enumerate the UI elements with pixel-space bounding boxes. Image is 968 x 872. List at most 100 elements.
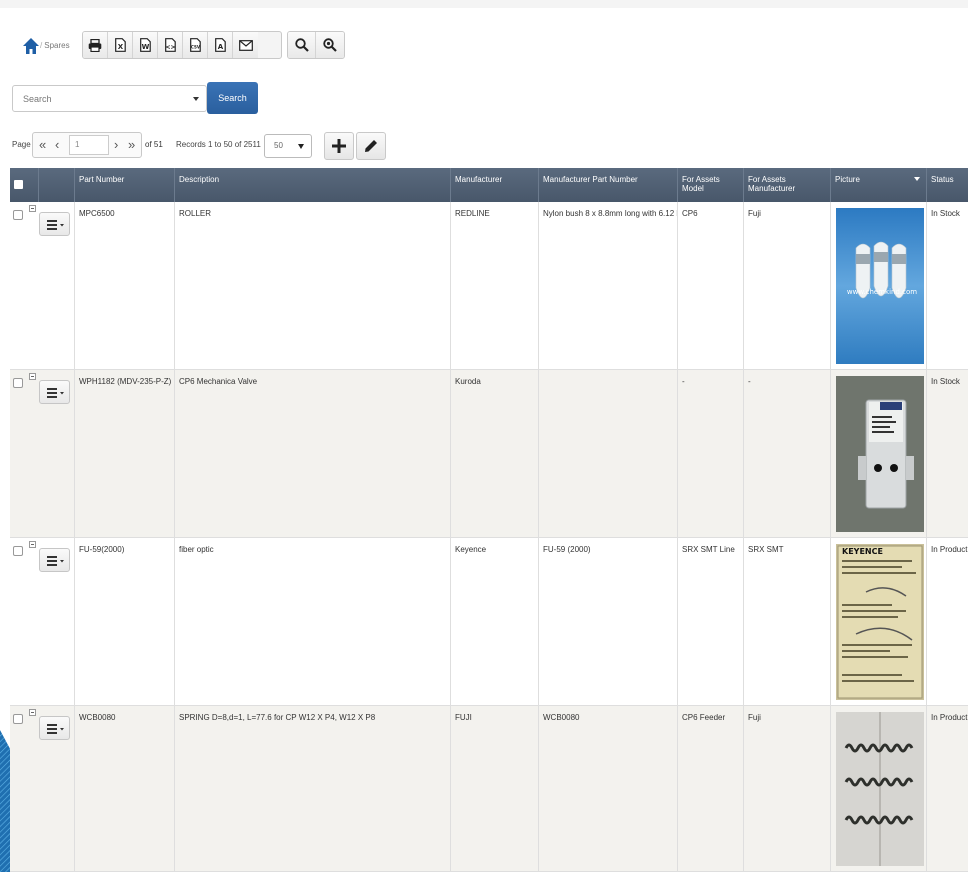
home-icon[interactable] — [22, 37, 40, 55]
expand-row-icon[interactable] — [29, 205, 36, 212]
svg-text:A: A — [217, 43, 223, 51]
pagination-control: « ‹ 1 › » — [32, 132, 142, 158]
search-dropdown-caret-icon[interactable] — [193, 97, 199, 101]
cell-description: ROLLER — [174, 202, 450, 369]
xml-icon: <> — [164, 38, 176, 52]
records-summary: Records 1 to 50 of 2511 — [176, 140, 261, 149]
table-row[interactable]: WCB0080 SPRING D=8,d=1, L=77.6 for CP W1… — [10, 706, 968, 872]
cell-manufacturer: Keyence — [450, 538, 538, 705]
expand-row-icon[interactable] — [29, 541, 36, 548]
row-menu-button[interactable] — [39, 380, 70, 404]
search-input[interactable]: Search — [12, 85, 207, 112]
cell-description: fiber optic — [174, 538, 450, 705]
advanced-search-button[interactable] — [316, 32, 344, 58]
first-page-icon[interactable]: « — [39, 137, 46, 153]
last-page-icon[interactable]: » — [128, 137, 135, 153]
export-pdf-button[interactable]: A — [208, 32, 233, 58]
row-checkbox[interactable] — [13, 546, 23, 556]
print-icon — [88, 38, 102, 52]
cell-manufacturer-part-number: Nylon bush 8 x 8.8mm long with 6.12 bore — [538, 202, 677, 369]
word-icon: W — [139, 38, 151, 52]
cell-assets-manufacturer: SRX SMT — [743, 538, 830, 705]
picture-label-text: KEYENCE — [842, 547, 883, 556]
breadcrumb: / Spares — [40, 41, 70, 50]
row-checkbox[interactable] — [13, 378, 23, 388]
row-checkbox[interactable] — [13, 714, 23, 724]
search-icon — [294, 38, 309, 52]
cell-manufacturer: FUJI — [450, 706, 538, 871]
header-manufacturer-part-number[interactable]: Manufacturer Part Number — [538, 168, 677, 202]
row-menu-button[interactable] — [39, 212, 70, 236]
breadcrumb-current[interactable]: Spares — [44, 41, 69, 50]
plus-icon — [332, 139, 346, 153]
header-status[interactable]: Status — [926, 168, 968, 202]
page-count: of 51 — [145, 140, 163, 149]
excel-icon: X — [114, 38, 126, 52]
export-xml-button[interactable]: <> — [158, 32, 183, 58]
header-description[interactable]: Description — [174, 168, 450, 202]
part-image-valve[interactable] — [836, 376, 924, 532]
cell-assets-model: - — [677, 370, 743, 537]
cell-assets-model: CP6 — [677, 202, 743, 369]
part-image-springs[interactable] — [836, 712, 924, 866]
search-button[interactable]: Search — [207, 82, 258, 114]
expand-row-icon[interactable] — [29, 373, 36, 380]
header-assets-model[interactable]: For Assets Model — [677, 168, 743, 202]
table-row[interactable]: MPC6500 ROLLER REDLINE Nylon bush 8 x 8.… — [10, 202, 968, 370]
row-menu-button[interactable] — [39, 548, 70, 572]
export-csv-button[interactable]: CSV — [183, 32, 208, 58]
table-row[interactable]: FU-59(2000) fiber optic Keyence FU-59 (2… — [10, 538, 968, 706]
cell-manufacturer-part-number: WCB0080 — [538, 706, 677, 871]
expand-row-icon[interactable] — [29, 709, 36, 716]
print-button[interactable] — [83, 32, 108, 58]
next-page-icon[interactable]: › — [114, 137, 118, 153]
svg-text:CSV: CSV — [191, 45, 201, 50]
email-button[interactable] — [233, 32, 258, 58]
page-number-input[interactable]: 1 — [69, 135, 109, 155]
export-excel-button[interactable]: X — [108, 32, 133, 58]
cell-part-number: FU-59(2000) — [74, 538, 174, 705]
quick-search-button[interactable] — [288, 32, 316, 58]
search-placeholder: Search — [23, 93, 52, 104]
sort-caret-icon[interactable] — [914, 177, 920, 181]
cell-description: SPRING D=8,d=1, L=77.6 for CP W12 X P4, … — [174, 706, 450, 871]
cell-part-number: MPC6500 — [74, 202, 174, 369]
edit-record-button[interactable] — [356, 132, 386, 160]
cell-status: In Stock — [926, 202, 968, 369]
row-checkbox[interactable] — [13, 210, 23, 220]
header-picture-label: Picture — [835, 175, 860, 184]
part-image-fiber-optic[interactable]: KEYENCE — [836, 544, 924, 700]
cell-description: CP6 Mechanica Valve — [174, 370, 450, 537]
search-toolbar — [287, 31, 345, 59]
cell-assets-manufacturer: Fuji — [743, 706, 830, 871]
svg-text:W: W — [141, 43, 149, 51]
table-header: Part Number Description Manufacturer Man… — [10, 168, 968, 202]
header-assets-manufacturer[interactable]: For Assets Manufacturer — [743, 168, 830, 202]
select-all-checkbox[interactable] — [14, 180, 23, 189]
row-menu-button[interactable] — [39, 716, 70, 740]
cell-manufacturer: REDLINE — [450, 202, 538, 369]
part-image-roller[interactable]: www.chemkind.com — [836, 208, 924, 364]
header-manufacturer[interactable]: Manufacturer — [450, 168, 538, 202]
cell-assets-model: SRX SMT Line — [677, 538, 743, 705]
export-word-button[interactable]: W — [133, 32, 158, 58]
cell-status: In Production — [926, 706, 968, 871]
email-icon — [238, 39, 253, 51]
cell-assets-manufacturer: - — [743, 370, 830, 537]
header-actions — [38, 168, 74, 202]
add-record-button[interactable] — [324, 132, 354, 160]
prev-page-icon[interactable]: ‹ — [55, 137, 59, 153]
menu-icon — [47, 388, 64, 398]
page-size-select[interactable]: 50 — [264, 134, 312, 158]
cell-manufacturer-part-number: FU-59 (2000) — [538, 538, 677, 705]
header-part-number[interactable]: Part Number — [74, 168, 174, 202]
table-row[interactable]: WPH1182 (MDV-235-P-Z) CP6 Mechanica Valv… — [10, 370, 968, 538]
cell-status: In Stock — [926, 370, 968, 537]
cell-status: In Production — [926, 538, 968, 705]
menu-icon — [47, 724, 64, 734]
svg-text:X: X — [117, 43, 123, 51]
svg-text:<>: <> — [165, 44, 175, 51]
header-picture[interactable]: Picture — [830, 168, 926, 202]
select-all-cell — [10, 168, 38, 202]
cell-manufacturer: Kuroda — [450, 370, 538, 537]
